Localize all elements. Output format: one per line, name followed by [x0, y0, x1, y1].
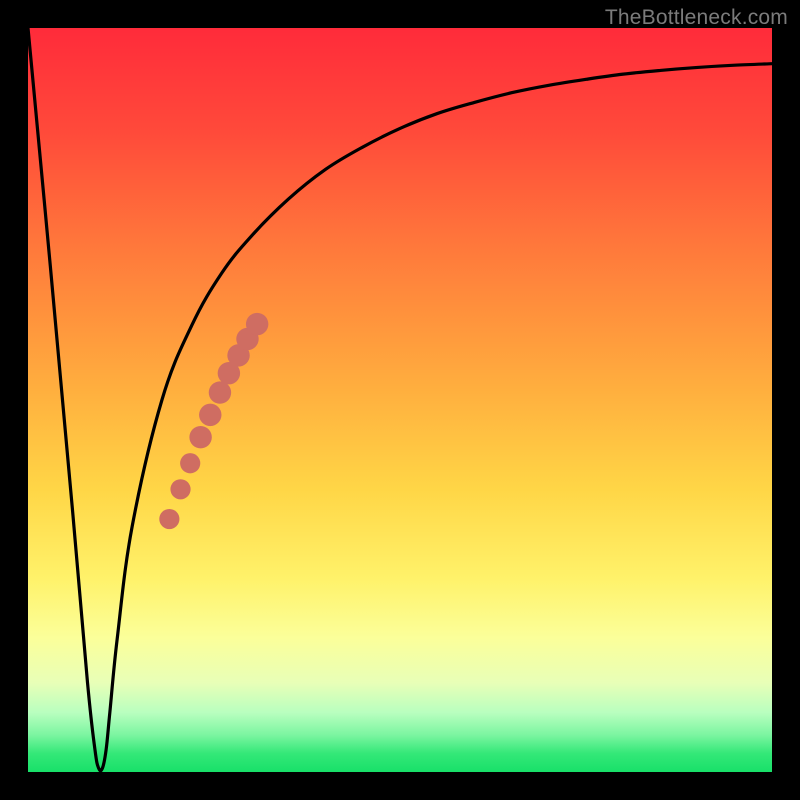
bottleneck-curve	[28, 28, 772, 771]
watermark-text: TheBottleneck.com	[605, 6, 788, 30]
curve-marker	[170, 479, 190, 499]
curve-marker	[209, 381, 231, 403]
plot-area	[28, 28, 772, 772]
chart-svg	[28, 28, 772, 772]
curve-markers	[159, 313, 268, 529]
curve-marker	[180, 453, 200, 473]
curve-marker	[189, 426, 211, 448]
curve-marker	[159, 509, 179, 529]
curve-marker	[199, 404, 221, 426]
curve-marker	[246, 313, 268, 335]
chart-frame: TheBottleneck.com	[0, 0, 800, 800]
